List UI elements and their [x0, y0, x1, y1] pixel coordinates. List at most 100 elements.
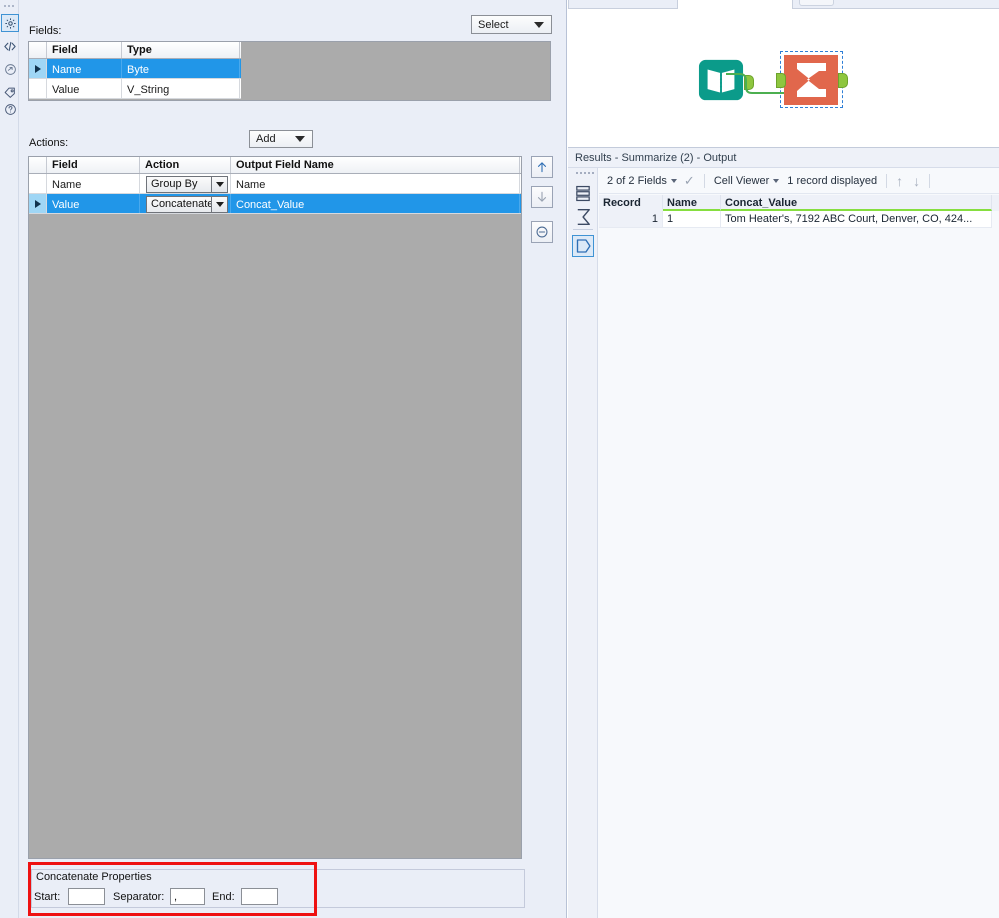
- fields-cell-type[interactable]: Byte: [122, 59, 240, 78]
- concatenate-properties-legend: Concatenate Properties: [34, 871, 156, 883]
- add-dropdown[interactable]: Add: [249, 130, 313, 148]
- results-col-concat-value: Concat_Value: [721, 195, 992, 211]
- results-grip-icon[interactable]: [576, 172, 594, 174]
- actions-cell-action[interactable]: Concatenate: [140, 194, 231, 213]
- separator-input[interactable]: ,: [170, 888, 205, 905]
- move-up-button[interactable]: [531, 156, 553, 178]
- fields-selector-label: 2 of 2 Fields: [607, 174, 667, 187]
- scroll-up-button[interactable]: ↑: [896, 174, 903, 188]
- separator-label: Separator:: [113, 891, 165, 903]
- action-combobox[interactable]: Group By: [146, 175, 228, 193]
- actions-label: Actions:: [29, 137, 69, 149]
- results-cell-record: 1: [599, 211, 663, 228]
- start-input[interactable]: [68, 888, 105, 905]
- actions-grid-header: Field Action Output Field Name: [29, 157, 521, 174]
- code-icon[interactable]: [2, 38, 18, 54]
- chevron-down-icon[interactable]: [211, 196, 227, 212]
- summarize-node[interactable]: [776, 54, 848, 109]
- workflow-canvas[interactable]: [568, 10, 999, 147]
- actions-cell-action[interactable]: Group By: [140, 174, 231, 193]
- table-row[interactable]: Value Concatenate Concat_Value: [29, 194, 521, 214]
- action-combobox-value: Group By: [151, 178, 198, 190]
- results-grid[interactable]: Record Name Concat_Value 1 1 Tom Heater'…: [599, 195, 999, 235]
- toolbar-divider: [886, 173, 888, 188]
- toolbar-divider: [929, 173, 931, 188]
- fields-col-type: Type: [122, 42, 240, 58]
- toolbar-divider: [703, 173, 705, 188]
- row-indicator: [29, 194, 47, 213]
- fields-cell-type[interactable]: V_String: [122, 79, 240, 98]
- config-icon-rail: [0, 0, 19, 918]
- actions-cell-output[interactable]: Name: [231, 174, 520, 193]
- scroll-down-button[interactable]: ↓: [913, 174, 920, 188]
- remove-button[interactable]: [531, 221, 553, 243]
- tab-fragment-button[interactable]: [799, 0, 834, 6]
- output-anchor-icon[interactable]: [572, 235, 594, 257]
- actions-header-indicator: [29, 157, 47, 173]
- start-label: Start:: [34, 891, 61, 903]
- chevron-down-icon[interactable]: [211, 176, 227, 192]
- fields-cell-field[interactable]: Value: [47, 79, 122, 98]
- results-title: Results - Summarize (2) - Output: [568, 148, 999, 168]
- fields-selector[interactable]: 2 of 2 Fields: [607, 175, 677, 187]
- results-grid-header: Record Name Concat_Value: [599, 195, 999, 211]
- results-panel: Results - Summarize (2) - Output 2 of 2 …: [568, 147, 999, 918]
- action-combobox-value: Concatenate: [151, 198, 214, 210]
- fields-col-field: Field: [47, 42, 122, 58]
- configuration-panel: Fields: Select Field Type Name Byte Valu…: [0, 0, 567, 918]
- results-cell-concat-value[interactable]: Tom Heater's, 7192 ABC Court, Denver, CO…: [721, 211, 992, 228]
- chevron-down-icon: [534, 21, 544, 28]
- add-dropdown-label: Add: [256, 133, 276, 145]
- move-down-button[interactable]: [531, 186, 553, 208]
- record-count-label: 1 record displayed: [787, 174, 878, 187]
- input-anchor[interactable]: [776, 73, 786, 88]
- chevron-down-icon: [670, 178, 677, 183]
- fields-cell-field[interactable]: Name: [47, 59, 122, 78]
- output-anchor[interactable]: [838, 73, 848, 88]
- fields-grid-header: Field Type: [29, 42, 241, 59]
- view-selector[interactable]: Cell Viewer: [713, 174, 780, 187]
- fields-grid[interactable]: Field Type Name Byte Value V_String: [28, 41, 551, 101]
- row-indicator: [29, 59, 47, 78]
- results-col-record: Record: [599, 195, 663, 211]
- gear-icon[interactable]: [1, 14, 19, 32]
- table-row[interactable]: Name Byte: [29, 59, 241, 79]
- end-label: End:: [212, 891, 235, 903]
- view-selector-label: Cell Viewer: [713, 174, 770, 187]
- rail-divider: [573, 229, 593, 230]
- actions-cell-field[interactable]: Name: [47, 174, 140, 193]
- table-row[interactable]: Name Group By Name: [29, 174, 521, 194]
- refresh-icon[interactable]: [2, 61, 18, 77]
- actions-col-action: Action: [140, 157, 231, 173]
- actions-col-field: Field: [47, 157, 140, 173]
- actions-cell-output[interactable]: Concat_Value: [231, 194, 520, 213]
- table-row[interactable]: 1 1 Tom Heater's, 7192 ABC Court, Denver…: [599, 211, 999, 228]
- chevron-down-icon: [773, 178, 780, 183]
- right-pane: Results - Summarize (2) - Output 2 of 2 …: [568, 0, 999, 918]
- fields-header-indicator: [29, 42, 47, 58]
- records-icon[interactable]: [573, 182, 593, 204]
- action-combobox[interactable]: Concatenate: [146, 195, 228, 213]
- select-dropdown[interactable]: Select: [471, 15, 552, 34]
- help-icon[interactable]: [2, 101, 18, 117]
- tag-icon[interactable]: [2, 84, 18, 100]
- rail-grip-icon[interactable]: [4, 3, 15, 8]
- checkmark-icon[interactable]: ✓: [684, 173, 695, 189]
- current-row-icon: [34, 199, 41, 208]
- actions-cell-field[interactable]: Value: [47, 194, 140, 213]
- row-indicator: [29, 79, 47, 98]
- actions-grid[interactable]: Field Action Output Field Name Name Grou…: [28, 156, 522, 859]
- sigma-icon[interactable]: [573, 206, 593, 228]
- tab-fragment-left[interactable]: [568, 0, 678, 9]
- end-input[interactable]: [241, 888, 278, 905]
- results-toolbar: 2 of 2 Fields ✓ Cell Viewer 1 record dis…: [599, 168, 999, 194]
- results-col-name: Name: [663, 195, 721, 211]
- sigma-icon: [784, 55, 838, 105]
- chevron-down-icon: [295, 136, 305, 142]
- select-dropdown-label: Select: [478, 18, 509, 31]
- table-row[interactable]: Value V_String: [29, 79, 241, 99]
- current-row-icon: [34, 64, 41, 73]
- row-indicator: [29, 174, 47, 193]
- actions-col-output: Output Field Name: [231, 157, 520, 173]
- results-cell-name[interactable]: 1: [663, 211, 721, 228]
